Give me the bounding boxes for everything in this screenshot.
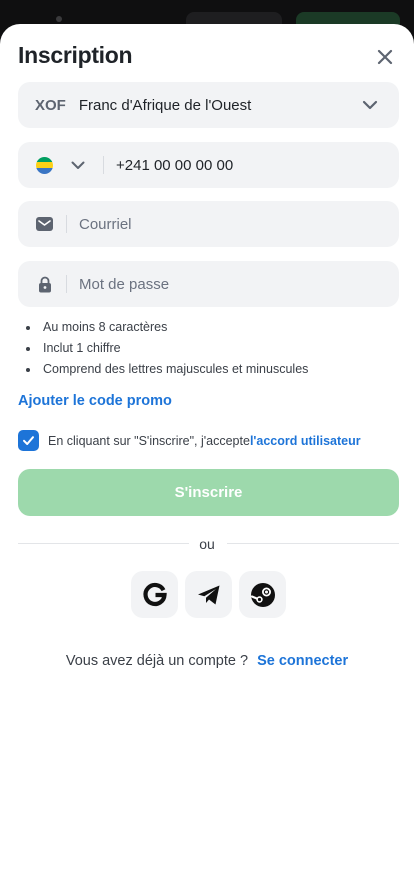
background-dot (56, 16, 62, 22)
field-separator (103, 156, 104, 174)
google-login-button[interactable] (131, 571, 178, 618)
password-rules-list: Au moins 8 caractères Inclut 1 chiffre C… (26, 317, 308, 380)
phone-field (18, 142, 399, 188)
close-button[interactable] (370, 42, 400, 72)
agreement-checkbox[interactable] (18, 430, 39, 451)
currency-name: Franc d'Afrique de l'Ouest (78, 96, 252, 114)
page-title: Inscription (18, 42, 133, 68)
mail-icon (36, 216, 53, 233)
telegram-icon (197, 585, 219, 604)
close-icon (377, 49, 393, 65)
currency-select[interactable]: XOF Franc d'Afrique de l'Ouest (18, 82, 399, 128)
email-input[interactable] (79, 215, 399, 233)
phone-input[interactable] (116, 156, 316, 174)
email-field (18, 201, 399, 247)
field-separator (66, 275, 67, 293)
chevron-down-icon (362, 100, 378, 110)
password-rule: Comprend des lettres majuscules et minus… (26, 359, 308, 380)
telegram-login-button[interactable] (185, 571, 232, 618)
divider-label: ou (0, 536, 414, 552)
add-promo-code-link[interactable]: Ajouter le code promo (18, 393, 172, 409)
login-prompt-row: Vous avez déjà un compte ? Se connecter (0, 653, 414, 669)
agreement-text: En cliquant sur "S'inscrire", j'accepte (48, 433, 250, 448)
currency-code: XOF (35, 96, 66, 114)
login-link[interactable]: Se connecter (257, 653, 348, 669)
login-prompt-text: Vous avez déjà un compte ? (65, 653, 249, 669)
google-icon (142, 582, 167, 606)
password-input[interactable] (79, 275, 399, 293)
password-rule: Au moins 8 caractères (26, 317, 308, 338)
password-rule: Inclut 1 chiffre (26, 338, 308, 359)
lock-icon (36, 276, 53, 293)
gabon-flag-icon[interactable] (36, 156, 53, 174)
user-agreement-row: En cliquant sur "S'inscrire", j'accepte … (18, 430, 361, 451)
field-separator (66, 215, 67, 233)
password-field (18, 261, 399, 307)
country-dropdown-button[interactable] (70, 157, 86, 173)
signup-button[interactable]: S'inscrire (18, 469, 399, 516)
steam-icon (250, 582, 275, 607)
registration-sheet: Inscription XOF Franc d'Afrique de l'Oue… (0, 24, 414, 896)
steam-login-button[interactable] (239, 571, 286, 618)
chevron-down-icon (71, 161, 85, 169)
user-agreement-link[interactable]: l'accord utilisateur (250, 434, 361, 448)
checkmark-icon (23, 436, 34, 445)
